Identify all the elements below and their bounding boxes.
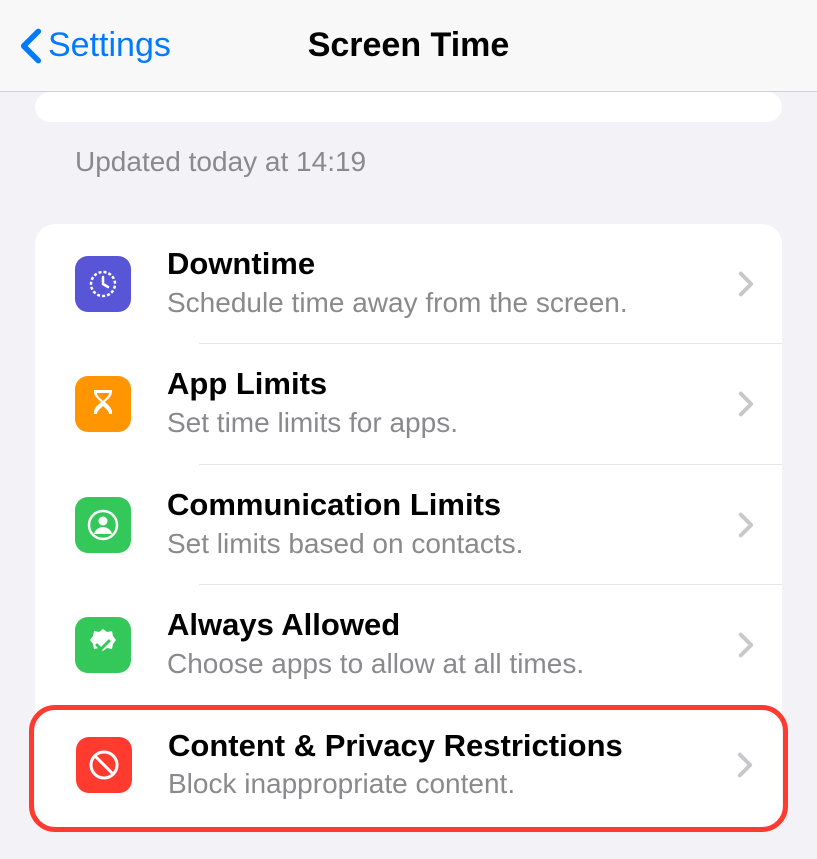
item-title: Always Allowed [167,607,722,643]
chevron-right-icon [737,752,753,778]
nav-bar: Settings Screen Time [0,0,817,92]
back-button[interactable]: Settings [20,26,171,65]
item-subtitle: Schedule time away from the screen. [167,284,722,322]
item-subtitle: Block inappropriate content. [168,765,721,803]
item-title: Communication Limits [167,487,722,523]
item-app-limits[interactable]: App Limits Set time limits for apps. [35,344,782,463]
settings-list: Downtime Schedule time away from the scr… [35,224,782,832]
downtime-icon [75,256,131,312]
item-title: Downtime [167,246,722,282]
back-label: Settings [48,26,171,65]
summary-card-stub[interactable] [35,92,782,122]
chevron-right-icon [738,391,754,417]
chevron-right-icon [738,632,754,658]
item-title: Content & Privacy Restrictions [168,728,721,764]
chevron-left-icon [20,27,42,65]
item-subtitle: Set limits based on contacts. [167,525,722,563]
hourglass-icon [75,376,131,432]
chevron-right-icon [738,271,754,297]
content-area: Updated today at 14:19 Downtime Schedule… [0,92,817,832]
updated-text: Updated today at 14:19 [35,122,782,178]
item-subtitle: Choose apps to allow at all times. [167,645,722,683]
item-downtime[interactable]: Downtime Schedule time away from the scr… [35,224,782,343]
item-always-allowed[interactable]: Always Allowed Choose apps to allow at a… [35,585,782,704]
checkmark-seal-icon [75,617,131,673]
chevron-right-icon [738,512,754,538]
item-subtitle: Set time limits for apps. [167,404,722,442]
item-title: App Limits [167,366,722,402]
item-communication-limits[interactable]: Communication Limits Set limits based on… [35,465,782,584]
page-title: Screen Time [308,26,510,65]
no-entry-icon [76,737,132,793]
contact-icon [75,497,131,553]
item-content-privacy[interactable]: Content & Privacy Restrictions Block ina… [29,705,788,832]
